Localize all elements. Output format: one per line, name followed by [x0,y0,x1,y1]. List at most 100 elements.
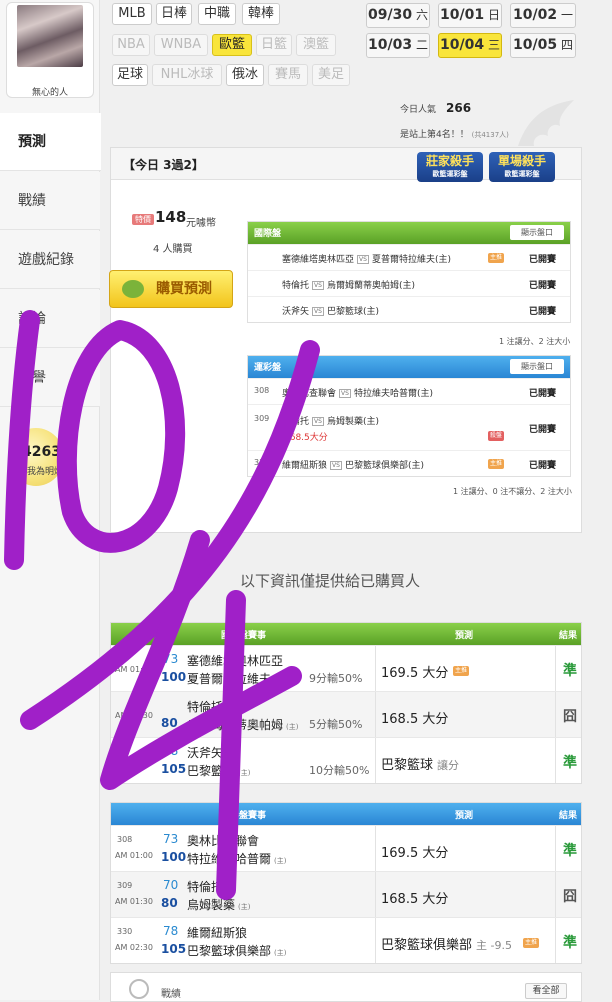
fans-text[interactable]: 加我為明燈 [18,464,63,477]
divider [375,826,376,871]
team-1: 沃斧矢 [187,746,224,760]
divider [375,692,376,737]
list-item[interactable]: 塞德維塔奧林匹亞 VS 夏普爾特拉維夫(主) 主推 已開賽 [248,244,570,270]
sidebar-item-game-log[interactable]: 遊戲紀錄 [0,231,100,289]
list-item[interactable]: 309 特倫托 VS 烏姆製藥(主) 168.5大分 殺盤 已開賽 [248,404,570,450]
game-time: AM 01:30 [115,897,153,906]
divider [375,918,376,963]
game-number: 308 [117,835,133,844]
game-number: 330 [254,458,270,467]
table-row[interactable]: 308 AM 01:00 73 100 奧林比查聯會 特拉維夫哈普爾 (主) 16… [111,825,581,871]
status-badge: 已開賽 [528,281,556,291]
pick-text: 168.5大分 [284,433,328,443]
price: 148 [155,208,187,226]
date-1001[interactable]: 10/01 日 [438,3,502,28]
table-header: 運彩盤賽事 預測 結果 [111,803,581,825]
score-1: 78 [163,924,179,938]
prediction: 168.5 大分 [381,892,449,907]
table-row[interactable]: AM 01:30 80 特倫托 烏爾姆蘭蒂奧帕姆 (主) 5分輸50% 168.5… [111,691,581,737]
handicap-result: 10分輸50% [309,764,370,777]
date-1004[interactable]: 10/04 三 [438,33,502,58]
buy-prediction-button[interactable]: 購買預測 [109,270,233,308]
tag-wnba[interactable]: WNBA [154,34,208,56]
date-0930[interactable]: 09/30 六 [366,3,430,28]
table-row[interactable]: AM 02:30 78 105 沃斧矢 巴黎籃球 (主) 10分輸50% 巴黎籃球… [111,737,581,783]
sidebar-item-prediction[interactable]: 預測 [0,113,101,171]
tag-cpbl[interactable]: 中職 [198,3,236,25]
sidebar-item-honor[interactable]: 榮譽 [0,349,100,407]
result: 準 [563,663,577,679]
divider [555,918,556,963]
lottery-panel-header: 運彩盤 顯示盤口 [248,356,570,378]
header-result: 結果 [559,631,578,641]
date-1002[interactable]: 10/02 一 [510,3,576,28]
status-badge: 已開賽 [528,461,556,471]
match-teams: 塞德維塔奧林匹亞 VS 夏普爾特拉維夫(主) [282,255,451,265]
result: 準 [563,935,577,951]
fans-unit: 人 [60,450,70,461]
tag-american-football[interactable]: 美足 [312,64,350,86]
intl-panel-header: 國際盤 顯示盤口 [248,222,570,244]
score-1: 78 [163,744,179,758]
header-game: 國際盤賽事 [221,631,267,641]
sidebar: 無心的人 預測 戰績 遊戲紀錄 討論 榮譽 4263 人 加我為明燈 [0,0,101,1000]
tag-horse-racing[interactable]: 賽馬 [268,64,308,86]
user-name: 無心的人 [31,88,68,98]
fans-count: 4263 [22,444,61,460]
record-icon [129,979,149,999]
tag-nba[interactable]: NBA [112,34,150,56]
tag-au-basketball[interactable]: 澳籃 [296,34,336,56]
sidebar-item-record[interactable]: 戰績 [0,172,100,230]
date-1003[interactable]: 10/03 二 [366,33,430,58]
score-2: 105 [161,762,187,776]
team-2: 烏爾姆蘭蒂奧帕姆 (主) [187,718,299,732]
lottery-panel-label: 運彩盤 [254,363,282,373]
table-row[interactable]: 309 AM 01:30 70 80 特倫托 烏姆製藥 (主) 168.5 大分 … [111,871,581,917]
divider [555,826,556,871]
tag-soccer[interactable]: 足球 [112,64,148,86]
view-all-button[interactable]: 看全部 [525,983,567,999]
sidebar-item-discussion[interactable]: 討論 [0,290,100,348]
tag-mlb[interactable]: MLB [112,3,152,25]
match-teams: 維爾紐斯狼 VS 巴黎籃球俱樂部(主) [282,461,424,471]
lottery-show-odds-button[interactable]: 顯示盤口 [510,359,564,374]
handicap-result: 9分輸50% [309,672,363,685]
date-1005[interactable]: 10/05 四 [510,33,576,58]
game-number: 308 [254,386,270,395]
match-teams: 沃斧矢 VS 巴黎籃球(主) [282,307,379,317]
prediction: 169.5 大分 [381,846,449,861]
prediction: 巴黎籃球 讓分 [381,758,460,773]
tag-jp-basketball[interactable]: 日籃 [256,34,292,56]
lottery-results-table: 運彩盤賽事 預測 結果 308 AM 01:00 73 100 奧林比查聯會 特… [110,802,582,964]
divider [555,872,556,917]
list-item[interactable]: 沃斧矢 VS 巴黎籃球(主) 已開賽 [248,296,570,322]
tag-kr-baseball[interactable]: 韓棒 [242,3,280,25]
game-number: 330 [117,927,133,936]
team-1: 奧林比查聯會 [187,834,260,848]
match-teams: 特倫托 VS 烏爾姆蘭蒂奧帕姆(主) [282,281,415,291]
price-unit: 元噱幣 [186,218,216,229]
status-badge: 已開賽 [528,255,556,265]
table-row[interactable]: AM 01:30 73 100 塞德維塔奧林匹亞 夏普爾特拉維夫 (主) 9分輸5… [111,645,581,691]
fans-box[interactable]: 4263 人 加我為明燈 [0,408,100,498]
intl-results-table: 國際盤賽事 預測 結果 AM 01:30 73 100 塞德維塔奧林匹亞 夏普爾… [110,622,582,784]
dealer-killer-badge: 莊家殺手 歐籃運彩盤 [417,152,483,182]
table-row[interactable]: 330 AM 02:30 78 105 維爾紐斯狼 巴黎籃球俱樂部 (主) 巴黎籃… [111,917,581,963]
list-item[interactable]: 308 奧林比查聯會 VS 特拉維夫哈普爾(主) 已開賽 [248,378,570,404]
tag-eu-basketball[interactable]: 歐籃 [212,34,252,56]
result: 準 [563,843,577,859]
tag-jp-baseball[interactable]: 日棒 [156,3,192,25]
list-item[interactable]: 特倫托 VS 烏爾姆蘭蒂奧帕姆(主) 已開賽 [248,270,570,296]
intl-panel: 國際盤 顯示盤口 塞德維塔奧林匹亞 VS 夏普爾特拉維夫(主) 主推 已開賽 特倫托… [247,221,571,323]
match-teams: 奧林比查聯會 VS 特拉維夫哈普爾(主) [282,389,433,399]
prediction: 169.5 大分 [381,666,449,681]
intl-show-odds-button[interactable]: 顯示盤口 [510,225,564,240]
user-card[interactable]: 無心的人 [6,2,94,98]
team-2: 夏普爾特拉維夫 (主) [187,672,287,686]
card-title: 【今日 3過2】 [123,158,204,172]
tag-nhl[interactable]: NHL冰球 [152,64,222,86]
prediction-card: 【今日 3過2】 莊家殺手 歐籃運彩盤 單場殺手 歐籃運彩盤 特價 148 元噱幣 … [109,147,582,533]
tag-ru-hockey[interactable]: 俄冰 [226,64,264,86]
list-item[interactable]: 330 維爾紐斯狼 VS 巴黎籃球俱樂部(主) 主推 已開賽 [248,450,570,476]
avatar[interactable] [17,5,83,67]
